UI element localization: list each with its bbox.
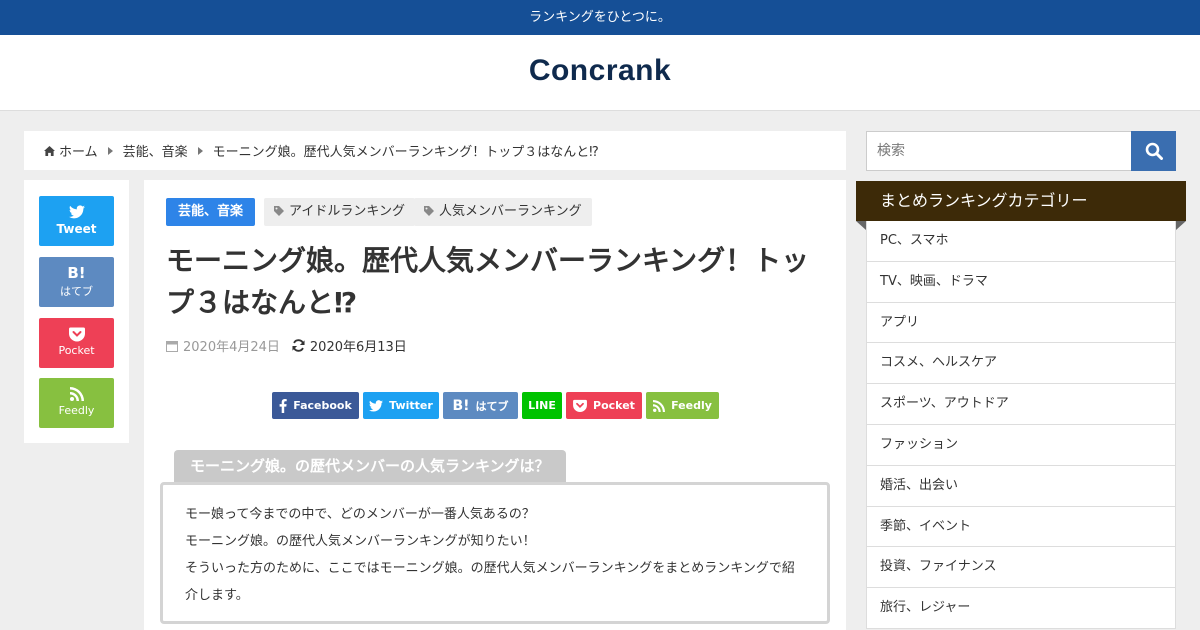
published-date: 2020年4月24日	[183, 340, 280, 355]
category-widget-title: まとめランキングカテゴリー	[856, 181, 1186, 221]
share-hatena-button[interactable]: B! はてブ	[39, 257, 114, 307]
sidebar-search	[866, 131, 1176, 171]
category-item[interactable]: PC、スマホ	[866, 221, 1176, 262]
breadcrumb-category[interactable]: 芸能、音楽	[123, 141, 188, 160]
breadcrumb-separator-icon	[197, 146, 203, 155]
article-dates: 2020年4月24日 2020年6月13日	[166, 336, 407, 355]
search-icon	[1145, 142, 1163, 160]
category-item[interactable]: TV、映画、ドラマ	[866, 261, 1176, 303]
search-button[interactable]	[1131, 131, 1176, 171]
share-line-label: LINE	[528, 399, 556, 412]
tag-icon	[274, 206, 284, 216]
tag-label: アイドルランキング	[289, 204, 405, 219]
breadcrumb-home[interactable]: ホーム	[59, 141, 98, 160]
category-item[interactable]: 旅行、レジャー	[866, 588, 1176, 629]
category-item[interactable]: アプリ	[866, 302, 1176, 344]
category-item[interactable]: スポーツ、アウトドア	[866, 384, 1176, 425]
site-tagline: ランキングをひとつに。	[529, 10, 671, 25]
share-feedly-button[interactable]: Feedly	[39, 378, 114, 428]
tag-label: 人気メンバーランキング	[439, 204, 582, 219]
share-feedly-bar-label: Feedly	[671, 399, 712, 412]
share-facebook-button[interactable]: Facebook	[272, 392, 359, 419]
share-feedly-label: Feedly	[58, 404, 95, 417]
share-hatena-bar-label: はてブ	[475, 399, 509, 413]
share-pocket-button[interactable]: Pocket	[39, 318, 114, 368]
site-header: Concrank	[0, 35, 1200, 111]
updated-date: 2020年6月13日	[309, 340, 407, 355]
home-icon	[44, 145, 55, 156]
rss-icon	[653, 399, 666, 412]
article-tag[interactable]: 人気メンバーランキング	[414, 198, 592, 226]
intro-box: モー娘って今までの中で、どのメンバーが一番人気あるの？ モーニング娘。の歴代人気…	[160, 482, 830, 624]
breadcrumb: ホーム 芸能、音楽 モーニング娘。歴代人気メンバーランキング！トップ３はなんと⁉	[24, 131, 846, 170]
category-item[interactable]: 婚活、出会い	[866, 465, 1176, 507]
share-hatena-bar-button[interactable]: B! はてブ	[443, 392, 518, 419]
hatena-icon: B!	[67, 264, 86, 282]
category-item[interactable]: コスメ、ヘルスケア	[866, 343, 1176, 385]
pocket-icon	[573, 399, 587, 412]
facebook-icon	[279, 398, 287, 413]
category-item[interactable]: 季節、イベント	[866, 506, 1176, 548]
ribbon-fold-right	[1176, 221, 1186, 230]
site-logo[interactable]: Concrank	[0, 54, 1200, 88]
share-twitter-bar-label: Twitter	[389, 399, 433, 412]
article-main: 芸能、音楽 アイドルランキング 人気メンバーランキング モーニング娘。歴代人気メ…	[144, 180, 846, 630]
intro-line: モーニング娘。の歴代人気メンバーランキングが知りたい！	[185, 534, 536, 549]
twitter-icon	[68, 205, 85, 219]
share-pocket-label: Pocket	[58, 344, 95, 357]
share-twitter-bar-button[interactable]: Twitter	[363, 392, 439, 419]
share-hatena-label: はてブ	[60, 285, 93, 298]
share-pocket-bar-button[interactable]: Pocket	[566, 392, 642, 419]
twitter-icon	[369, 399, 384, 412]
article-category-badge[interactable]: 芸能、音楽	[166, 198, 256, 226]
calendar-icon	[166, 340, 178, 352]
article-tag[interactable]: アイドルランキング	[264, 198, 415, 226]
breadcrumb-current: モーニング娘。歴代人気メンバーランキング！トップ３はなんと⁉	[212, 145, 599, 160]
refresh-icon	[292, 339, 305, 352]
breadcrumb-separator-icon	[107, 146, 113, 155]
search-input[interactable]	[866, 131, 1131, 171]
share-sidebar: Tweet B! はてブ Pocket Feedly	[24, 180, 129, 443]
hatena-icon: B!	[452, 397, 470, 414]
share-feedly-bar-button[interactable]: Feedly	[646, 392, 719, 419]
intro-line: モー娘って今までの中で、どのメンバーが一番人気あるの？	[185, 507, 535, 522]
ribbon-fold-left	[856, 221, 866, 230]
intro-line: そういった方のために、ここではモーニング娘。の歴代人気メンバーランキングをまとめ…	[185, 561, 795, 576]
category-list: PC、スマホ TV、映画、ドラマ アプリ コスメ、ヘルスケア スポーツ、アウトド…	[866, 221, 1176, 629]
share-bar: Facebook Twitter B! はてブ LINE Pocket Feed…	[272, 392, 723, 419]
share-twitter-button[interactable]: Tweet	[39, 196, 114, 246]
share-facebook-label: Facebook	[293, 399, 352, 412]
share-line-button[interactable]: LINE	[522, 392, 562, 419]
category-item[interactable]: 投資、ファイナンス	[866, 547, 1176, 589]
section-heading: モーニング娘。の歴代メンバーの人気ランキングは？	[174, 450, 566, 482]
article-title: モーニング娘。歴代人気メンバーランキング！トップ３はなんと⁉	[166, 244, 810, 319]
share-pocket-bar-label: Pocket	[593, 399, 635, 412]
category-item[interactable]: ファッション	[866, 424, 1176, 466]
tag-icon	[424, 206, 434, 216]
pocket-icon	[68, 327, 85, 342]
share-twitter-label: Tweet	[56, 222, 97, 236]
rss-icon	[69, 387, 84, 401]
top-tagline-bar: ランキングをひとつに。	[0, 0, 1200, 35]
intro-line: 介します。	[185, 588, 249, 603]
